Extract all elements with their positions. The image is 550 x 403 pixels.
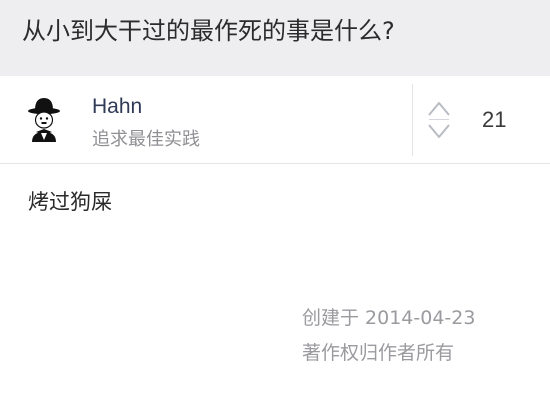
author-bio: 追求最佳实践: [92, 129, 200, 150]
bowler-hat-man-icon: [28, 98, 60, 142]
author-row: Hahn 追求最佳实践 21: [0, 76, 550, 164]
question-title[interactable]: 从小到大干过的最作死的事是什么?: [22, 14, 550, 48]
question-header: 从小到大干过的最作死的事是什么?: [0, 0, 550, 76]
vote-arrows[interactable]: [426, 98, 452, 142]
author-name[interactable]: Hahn: [92, 94, 142, 120]
avatar[interactable]: [24, 96, 64, 142]
answer-body: 烤过狗屎: [28, 190, 112, 214]
answer-meta: 创建于 2014-04-23 著作权归作者所有: [302, 301, 520, 371]
created-date: 创建于 2014-04-23: [302, 307, 476, 329]
vote-up-down-icon: [428, 102, 450, 138]
copyright-notice: 著作权归作者所有: [302, 342, 455, 364]
vote-divider: [412, 84, 413, 156]
vote-count: 21: [482, 107, 507, 132]
